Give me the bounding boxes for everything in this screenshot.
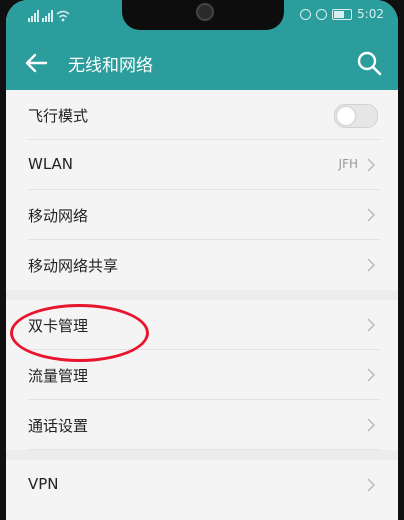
row-label: WLAN [28,155,74,173]
wlan-network-name: JFH [338,157,358,171]
row-label: 双卡管理 [28,317,89,335]
section-gap [6,450,398,460]
battery-icon [332,8,353,20]
airplane-mode-toggle[interactable] [334,104,378,128]
chevron-right-icon [367,158,376,172]
front-camera [196,3,214,21]
settings-row-tethering[interactable]: 移动网络共享 [6,240,398,290]
row-label: 飞行模式 [28,107,89,125]
divider [28,449,380,450]
settings-row-data-usage[interactable]: 流量管理 [6,350,398,400]
settings-list: 飞行模式 WLAN JFH 移动网络 移动网络共享 双卡管理 流量管理 通话设置… [6,90,398,510]
settings-row-dual-sim[interactable]: 双卡管理 [6,300,398,350]
signal-icon [28,10,39,22]
search-icon[interactable] [354,48,384,78]
app-header: 5:02 无线和网络 [6,0,398,90]
row-label: 流量管理 [28,367,89,385]
settings-row-mobile-network[interactable]: 移动网络 [6,190,398,240]
row-label: 移动网络 [28,207,89,225]
settings-row-wlan[interactable]: WLAN JFH [6,140,398,190]
chevron-right-icon [367,318,376,332]
settings-row-airplane-mode[interactable]: 飞行模式 [6,90,398,140]
row-label: VPN [28,475,59,493]
chevron-right-icon [367,208,376,222]
signal-icon [42,10,53,22]
back-arrow-icon[interactable] [22,48,52,78]
eye-comfort-icon [300,8,312,20]
status-time: 5:02 [357,7,384,21]
chevron-right-icon [367,368,376,382]
alarm-icon [316,8,328,20]
phone-screen: 5:02 无线和网络 飞行模式 WLAN JFH 移动网络 移动网络共享 双卡管… [6,0,398,520]
notch [122,0,284,30]
chevron-right-icon [367,418,376,432]
page-title: 无线和网络 [68,56,153,76]
chevron-right-icon [367,478,376,492]
chevron-right-icon [367,258,376,272]
settings-row-vpn[interactable]: VPN [6,460,398,510]
row-label: 移动网络共享 [28,257,119,275]
settings-row-call-settings[interactable]: 通话设置 [6,400,398,450]
status-indicators-left [28,8,70,22]
section-gap [6,290,398,300]
status-indicators-right: 5:02 [300,7,384,21]
wifi-icon [56,10,70,22]
row-label: 通话设置 [28,417,89,435]
